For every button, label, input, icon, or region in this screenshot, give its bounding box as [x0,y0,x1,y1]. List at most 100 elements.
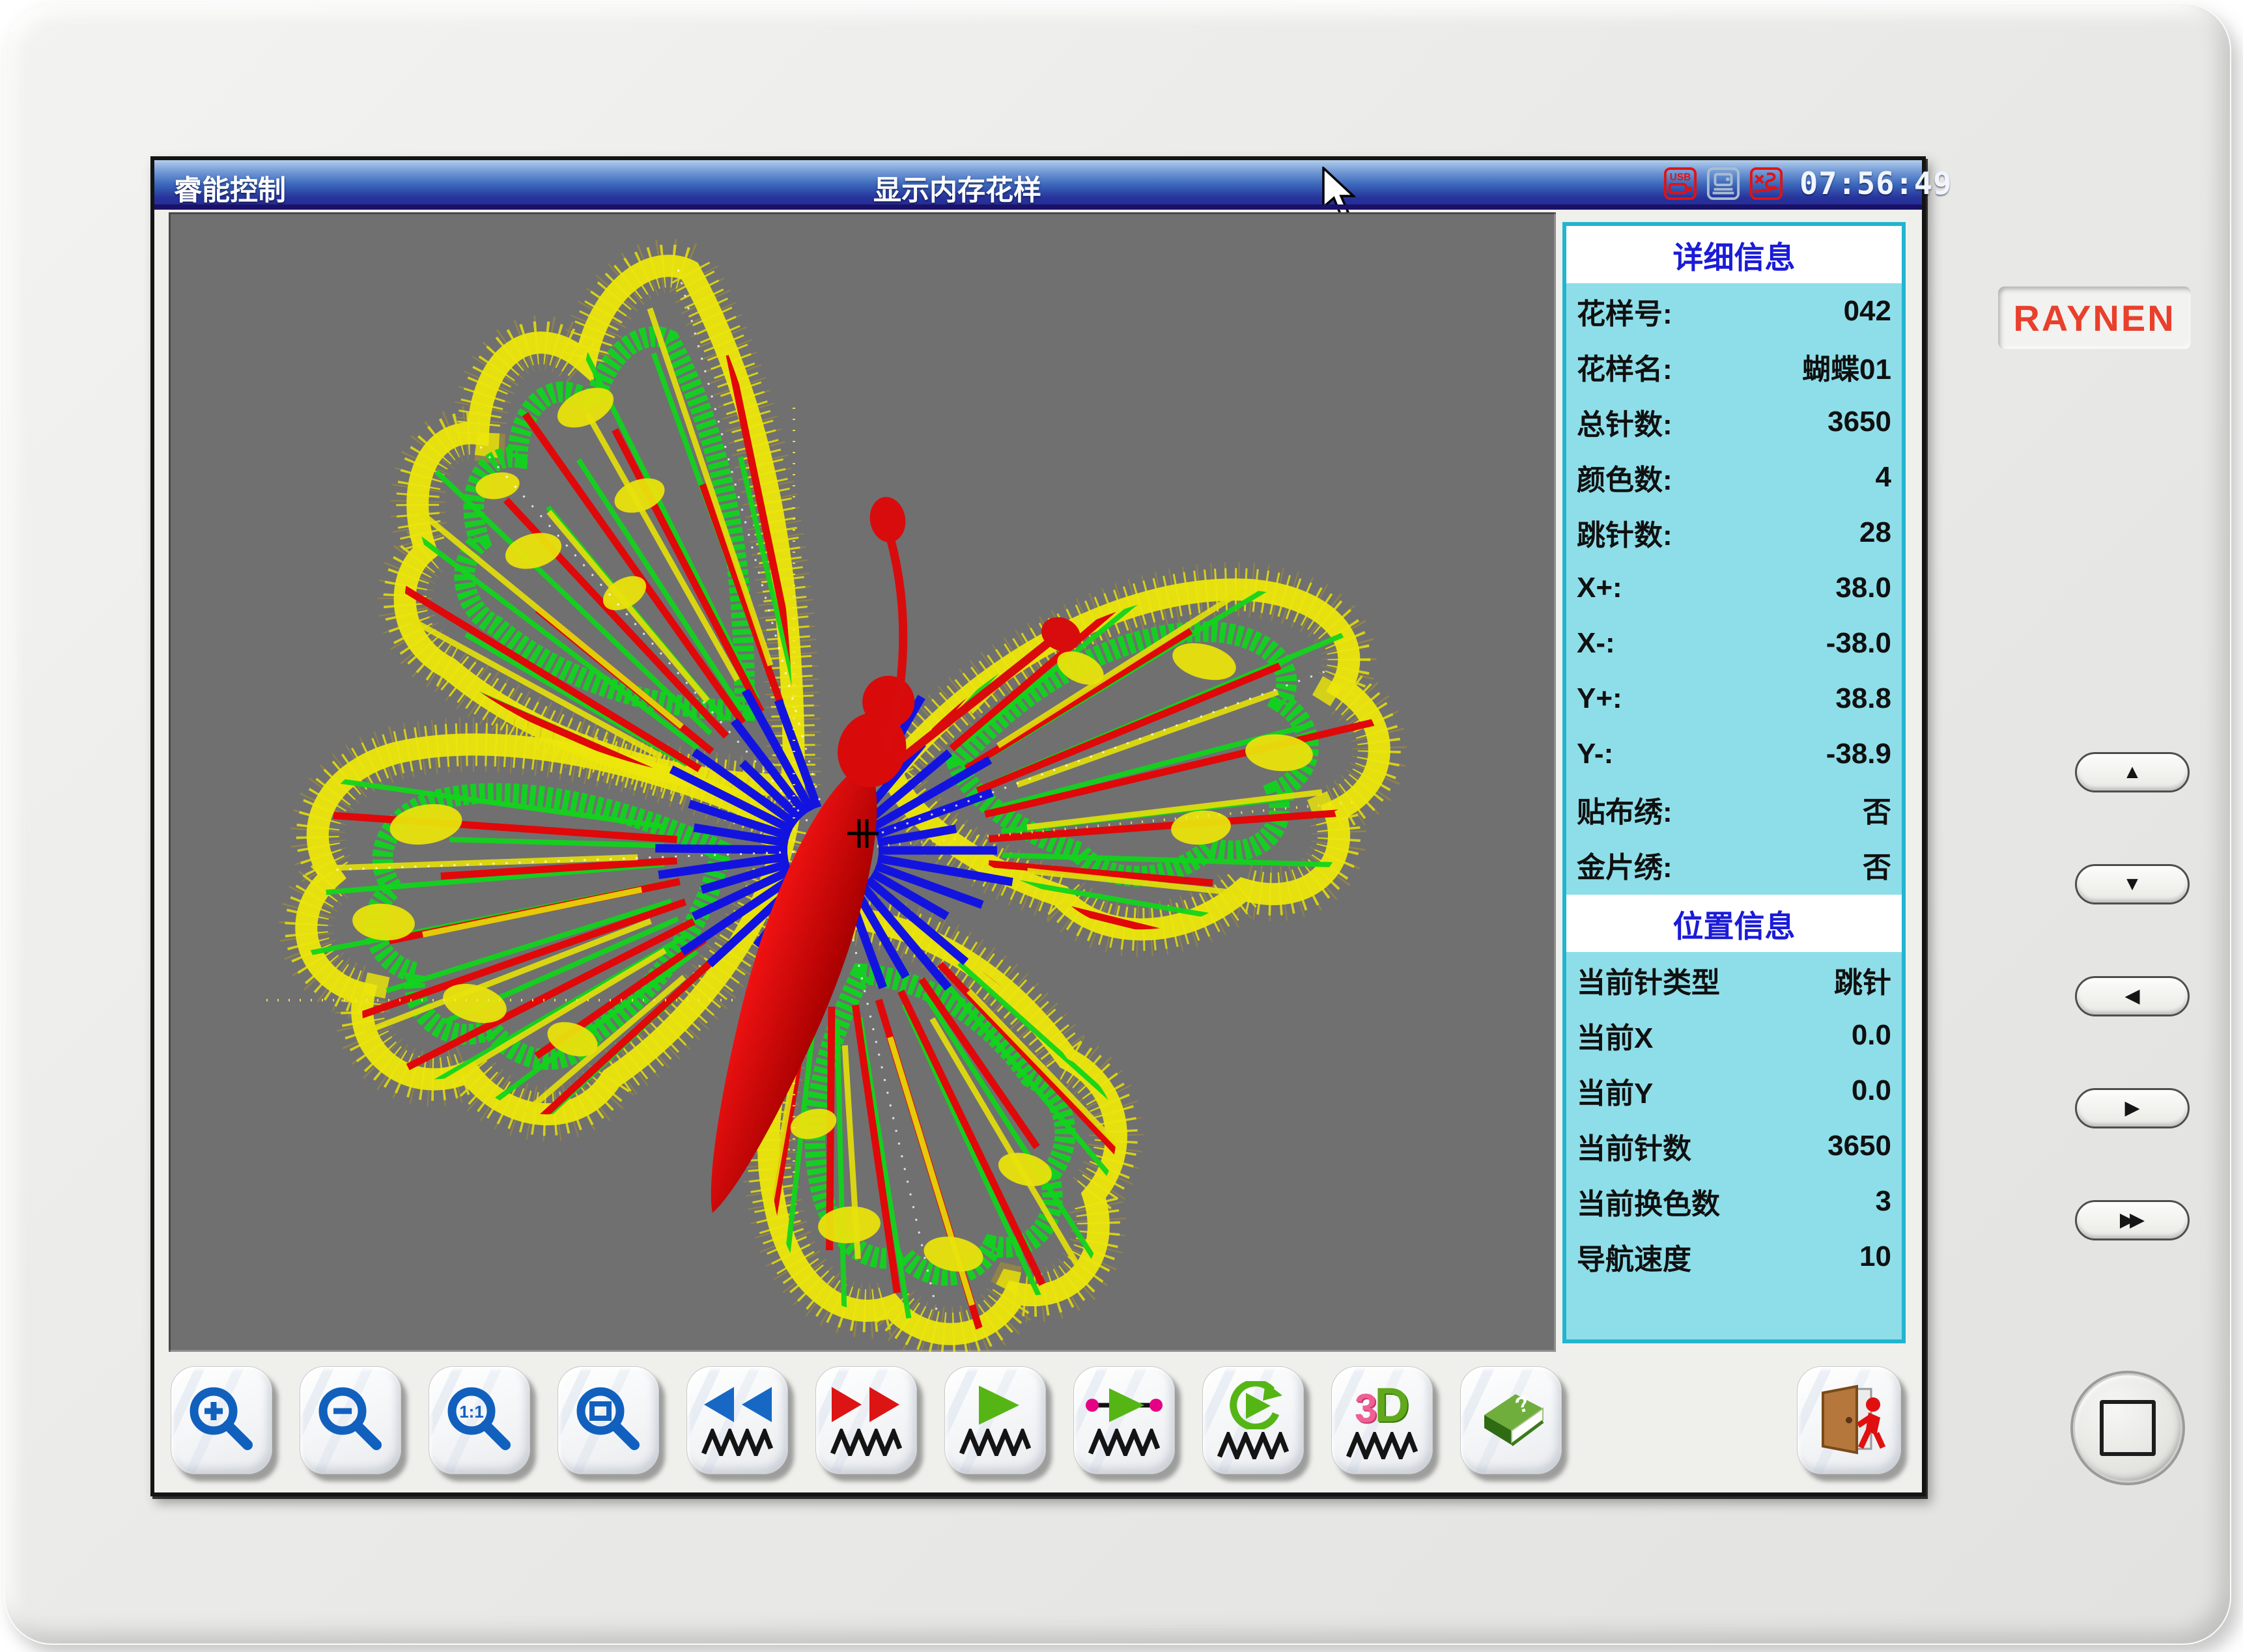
stitch-zigzag-icon [1088,1429,1160,1456]
row-label: Y-: [1577,738,1613,770]
table-row: X-: -38.0 [1566,615,1902,671]
table-row: 跳针数:28 [1566,505,1902,560]
three-d-icon: 3 D [1355,1381,1409,1429]
stitch-backward-button[interactable] [686,1366,788,1474]
row-value: 0.0 [1852,1019,1891,1052]
app-label: 睿能控制 [174,168,286,208]
row-value: 38.8 [1835,682,1891,715]
hw-down-button[interactable]: ▼ [2075,864,2190,904]
help-book-button[interactable]: ? [1460,1366,1562,1474]
screenshot-root: 睿能控制 显示内存花样 USB 07:56:49 [0,0,2243,1652]
repeat-play-icon [1215,1381,1291,1429]
table-row: 当前针数 3650 [1566,1118,1902,1173]
stitch-forward-button[interactable] [815,1366,917,1474]
table-row: Y+: 38.8 [1566,671,1902,726]
row-value: 3 [1876,1185,1891,1218]
zoom-out-button[interactable] [300,1366,401,1474]
row-value: -38.0 [1826,627,1891,660]
row-label: 花样号: [1577,290,1672,332]
stitch-repeat-button[interactable] [1202,1366,1304,1474]
table-row: 当前X 0.0 [1566,1007,1902,1063]
left-arrow-icon: ◀ [2124,987,2139,1006]
hw-left-button[interactable]: ◀ [2075,976,2190,1016]
row-value: 否 [1863,789,1891,830]
row-value: -38.9 [1826,738,1891,770]
position-info-header: 位置信息 [1566,895,1902,952]
hw-home-button[interactable] [2070,1371,2185,1485]
usb-icon: USB [1663,167,1697,201]
row-value: 否 [1863,844,1891,886]
ratio-label: 1:1 [459,1402,484,1421]
zoom-in-button[interactable] [171,1366,272,1474]
table-row: 贴布绣: 否 [1566,781,1902,837]
row-label: 贴布绣: [1577,789,1672,830]
page-title: 显示内存花样 [873,168,1041,208]
row-label: 当前针数 [1577,1125,1691,1167]
hw-right-button[interactable]: ▶ [2075,1088,2190,1128]
stitch-play-button[interactable] [944,1366,1046,1474]
zoom-fit-button[interactable] [557,1366,659,1474]
right-arrow-icon: ▶ [2124,1099,2139,1118]
row-value: 0.0 [1852,1074,1891,1107]
three-d-letter: D [1375,1381,1409,1429]
row-value: 蝴蝶01 [1802,346,1891,387]
row-label: 当前Y [1577,1070,1653,1112]
usb-label: USB [1670,172,1691,183]
home-square-icon [2100,1400,2156,1456]
row-value: 28 [1859,516,1891,549]
table-row: X+: 38.0 [1566,560,1902,615]
step-stitch-icon [1086,1384,1163,1426]
forward-arrows-icon [828,1384,905,1426]
row-value: 10 [1859,1240,1891,1273]
table-row: 总针数: 3650 [1566,394,1902,449]
hw-fast-forward-button[interactable]: ▶▶ [2075,1200,2190,1240]
detail-info-header: 详细信息 [1566,226,1902,283]
exit-button[interactable] [1797,1366,1901,1474]
row-label: 颜色数: [1577,456,1672,498]
title-bar: 睿能控制 显示内存花样 USB 07:56:49 [154,160,1922,204]
row-label: 当前针类型 [1577,959,1720,1001]
clock: 07:56:49 [1799,166,1952,202]
row-label: 导航速度 [1577,1236,1691,1278]
table-row: Y-: -38.9 [1566,726,1902,781]
titlebar-divider [154,204,1922,210]
row-value: 跳针 [1834,959,1891,1001]
row-label: 金片绣: [1577,844,1672,886]
mouse-cursor [1318,167,1359,219]
brand-plate: RAYNEN [1998,287,2191,349]
row-value: 3650 [1827,1130,1891,1162]
row-label: X+: [1577,572,1622,604]
stitch-zigzag-icon [701,1429,773,1456]
thread-break-icon [1749,167,1783,201]
row-label: 总针数: [1577,401,1672,443]
three-d-digit: 3 [1355,1389,1377,1429]
info-panel: 详细信息 花样号: 042 花样名: 蝴蝶01 总针数: 3650 颜色数: 4 跳针数… [1562,222,1906,1343]
row-label: 当前换色数 [1577,1181,1720,1222]
zoom-1to1-button[interactable]: 1:1 [429,1366,530,1474]
row-value: 38.0 [1835,572,1891,604]
row-value: 042 [1844,295,1891,328]
row-value: 3650 [1827,406,1891,438]
play-icon [957,1384,1034,1426]
touch-screen: 睿能控制 显示内存花样 USB 07:56:49 [150,156,1926,1496]
row-value: 4 [1876,461,1891,494]
hw-up-button[interactable]: ▲ [2075,752,2190,792]
row-label: 当前X [1577,1015,1653,1056]
table-row: 当前针类型 跳针 [1566,952,1902,1007]
zoom-fit-icon [569,1381,647,1459]
machine-status-icon [1706,167,1740,201]
stitch-zigzag-icon [1346,1432,1418,1459]
view-3d-button[interactable]: 3 D [1331,1366,1433,1474]
table-row: 金片绣: 否 [1566,837,1902,892]
table-row: 当前换色数 3 [1566,1173,1902,1229]
row-label: Y+: [1577,682,1622,715]
table-row: 当前Y 0.0 [1566,1063,1902,1118]
fast-forward-icon: ▶▶ [2120,1211,2145,1230]
row-label: X-: [1577,627,1615,660]
row-label: 花样名: [1577,346,1672,387]
stitch-step-button[interactable] [1073,1366,1175,1474]
device-bezel: 睿能控制 显示内存花样 USB 07:56:49 [4,3,2231,1645]
zoom-out-icon [311,1381,389,1459]
help-book-icon: ? [1470,1381,1552,1459]
brand-logo: RAYNEN [2013,297,2175,339]
